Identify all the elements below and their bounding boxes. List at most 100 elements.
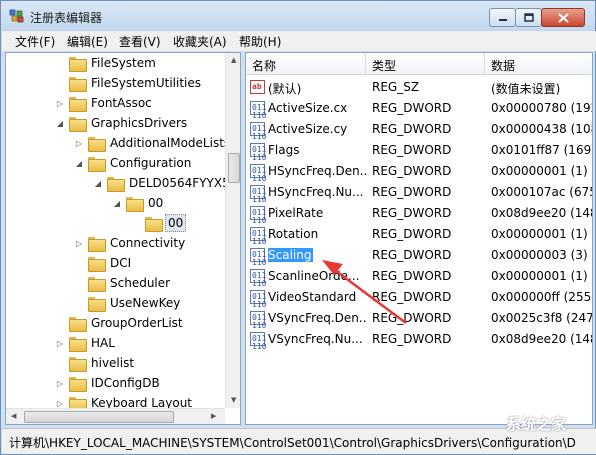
value-row[interactable]: 011 110 ActiveSize.cy REG_DWORD 0x00000438 (… (246, 119, 592, 141)
collapse-arrow-icon[interactable]: ◢ (54, 117, 66, 129)
menu-view[interactable]: 查看(V) (119, 33, 161, 50)
value-row[interactable]: 011 110 Rotation REG_DWORD 0x00000001 (1) (246, 224, 592, 246)
value-type: REG_DWORD (372, 227, 452, 241)
menu-bar: 文件(F) 编辑(E) 查看(V) 收藏夹(A) 帮助(H) (2, 31, 596, 51)
tree-node-label[interactable]: HAL (89, 335, 117, 351)
tree-node-label[interactable]: GraphicsDrivers (89, 115, 189, 131)
value-list-pane[interactable]: 名称 类型 数据 ab (默认) REG_SZ (数值未设置) 011 110 Active… (245, 52, 593, 425)
value-data: (数值未设置) (491, 82, 561, 96)
column-header-type[interactable]: 类型 (372, 57, 396, 74)
folder-icon (69, 356, 87, 372)
binary-value-icon: 011 110 (250, 164, 267, 183)
tree-node[interactable]: GroupOrderList (54, 313, 185, 333)
tree-vertical-scrollbar[interactable]: ▲ ▼ (225, 53, 240, 408)
value-row[interactable]: 011 110 HSyncFreq.Nu... REG_DWORD 0x000107ac… (246, 182, 592, 204)
tree-node-label[interactable]: 00 (165, 214, 187, 232)
column-divider[interactable] (484, 53, 485, 75)
tree-node-label[interactable]: FileSystem (89, 55, 158, 71)
expand-arrow-icon[interactable]: ▷ (73, 237, 85, 249)
tree-node-label[interactable]: IDConfigDB (89, 375, 162, 391)
value-type: REG_DWORD (372, 332, 452, 346)
tree-node[interactable]: ◢ DELD0564FYYX52 (92, 173, 239, 193)
tree-node[interactable]: FileSystemUtilities (54, 73, 203, 93)
tree-node[interactable]: FileSystem (54, 53, 158, 73)
expand-arrow-icon[interactable]: ▷ (54, 97, 66, 109)
tree-node[interactable]: Scheduler (73, 273, 172, 293)
value-row[interactable]: 011 110 Scaling REG_DWORD 0x00000003 (3) (246, 245, 592, 267)
tree-node[interactable]: ◢ GraphicsDrivers (54, 113, 189, 133)
tree-node-label[interactable]: GroupOrderList (89, 315, 185, 331)
value-row[interactable]: 011 110 VSyncFreq.Den... REG_DWORD 0x0025c3f… (246, 308, 592, 330)
tree-node-label[interactable]: Connectivity (108, 235, 187, 251)
value-row[interactable]: 011 110 VideoStandard REG_DWORD 0x000000ff (… (246, 287, 592, 309)
tree-node[interactable]: ▷ AdditionalModeLists (73, 133, 232, 153)
scroll-right-icon[interactable]: ▶ (211, 412, 216, 420)
minimize-button[interactable] (489, 8, 516, 27)
tree-node[interactable]: ▷ HAL (54, 333, 117, 353)
expand-arrow-icon[interactable]: ▷ (73, 137, 85, 149)
tree-vertical-scroll-thumb[interactable] (228, 153, 240, 183)
collapse-arrow-icon[interactable]: ◢ (92, 177, 104, 189)
expand-arrow-icon[interactable]: ▷ (54, 337, 66, 349)
value-name: PixelRate (268, 206, 366, 220)
scroll-up-icon[interactable]: ▲ (231, 56, 236, 64)
value-row[interactable]: 011 110 PixelRate REG_DWORD 0x08d9ee20 (148 (246, 203, 592, 225)
value-name-text: Flags (268, 143, 300, 157)
expand-arrow-icon[interactable]: ▷ (54, 377, 66, 389)
scroll-down-icon[interactable]: ▼ (231, 396, 236, 404)
tree-node[interactable]: ▷ Connectivity (73, 233, 187, 253)
collapse-arrow-icon[interactable]: ◢ (111, 197, 123, 209)
column-divider[interactable] (365, 53, 366, 75)
value-name: Scaling (268, 248, 366, 262)
tree-node-label[interactable]: FontAssoc (89, 95, 154, 111)
tree-node[interactable]: UseNewKey (73, 293, 182, 313)
value-row[interactable]: 011 110 ScanlineOrde... REG_DWORD 0x00000001… (246, 266, 592, 288)
tree-node-label[interactable]: Configuration (108, 155, 193, 171)
window-title: 注册表编辑器 (30, 11, 103, 25)
tree-node-label[interactable]: DELD0564FYYX52 (127, 175, 239, 191)
folder-icon (69, 316, 87, 332)
tree-node-label[interactable]: DCI (108, 255, 133, 271)
tree-node-label[interactable]: hivelist (89, 355, 136, 371)
value-row[interactable]: 011 110 Flags REG_DWORD 0x0101ff87 (1690 (246, 140, 593, 162)
maximize-button[interactable] (515, 8, 542, 27)
value-row[interactable]: 011 110 ActiveSize.cx REG_DWORD 0x00000780 (… (246, 98, 592, 120)
tree-node[interactable]: hivelist (54, 353, 136, 373)
tree-node-label[interactable]: FileSystemUtilities (89, 75, 203, 91)
value-row[interactable]: ab (默认) REG_SZ (数值未设置) (246, 77, 592, 98)
column-header-name[interactable]: 名称 (252, 57, 276, 74)
close-button[interactable] (541, 8, 585, 27)
scroll-left-icon[interactable]: ◀ (11, 412, 16, 420)
menu-edit[interactable]: 编辑(E) (67, 33, 108, 50)
title-bar[interactable]: 注册表编辑器 (1, 1, 595, 31)
value-row[interactable]: 011 110 VSyncFreq.Nu... REG_DWORD 0x08d9ee20… (246, 329, 592, 351)
list-header: 名称 类型 数据 (246, 53, 592, 75)
menu-file[interactable]: 文件(F) (15, 33, 55, 50)
tree-node[interactable]: ◢ Configuration (73, 153, 193, 173)
tree-node[interactable]: ▷ FontAssoc (54, 93, 154, 113)
collapse-arrow-icon[interactable]: ◢ (73, 157, 85, 169)
value-data: 0x0101ff87 (1690 (491, 143, 593, 157)
tree-node[interactable]: DCI (73, 253, 133, 273)
value-name: VideoStandard (268, 290, 366, 304)
folder-icon (69, 336, 87, 352)
folder-icon (88, 256, 106, 272)
tree-node-label[interactable]: UseNewKey (108, 295, 182, 311)
tree-horizontal-scrollbar[interactable]: ◀ ▶ (6, 408, 225, 424)
status-path: 计算机\HKEY_LOCAL_MACHINE\SYSTEM\ControlSet… (9, 436, 576, 450)
menu-favorites[interactable]: 收藏夹(A) (173, 33, 227, 50)
tree-node-label[interactable]: AdditionalModeLists (108, 135, 232, 151)
column-header-data[interactable]: 数据 (491, 57, 515, 74)
tree-node-label[interactable]: Scheduler (108, 275, 172, 291)
tree-node[interactable]: 00 (130, 213, 187, 233)
tree-node-label[interactable]: 00 (146, 195, 165, 211)
tree-node[interactable]: ▷ IDConfigDB (54, 373, 162, 393)
tree-horizontal-scroll-thumb[interactable] (24, 411, 174, 423)
value-type: REG_DWORD (372, 122, 452, 136)
tree-node[interactable]: ◢ 00 (111, 193, 165, 213)
key-tree-pane[interactable]: FileSystem FileSystemUtilities ▷ FontAssoc ◢… (5, 52, 241, 425)
value-row[interactable]: 011 110 HSyncFreq.Den... REG_DWORD 0x0000000… (246, 161, 592, 183)
menu-help[interactable]: 帮助(H) (239, 33, 281, 50)
value-name: HSyncFreq.Den... (268, 164, 366, 178)
binary-value-icon: 011 110 (250, 122, 267, 141)
